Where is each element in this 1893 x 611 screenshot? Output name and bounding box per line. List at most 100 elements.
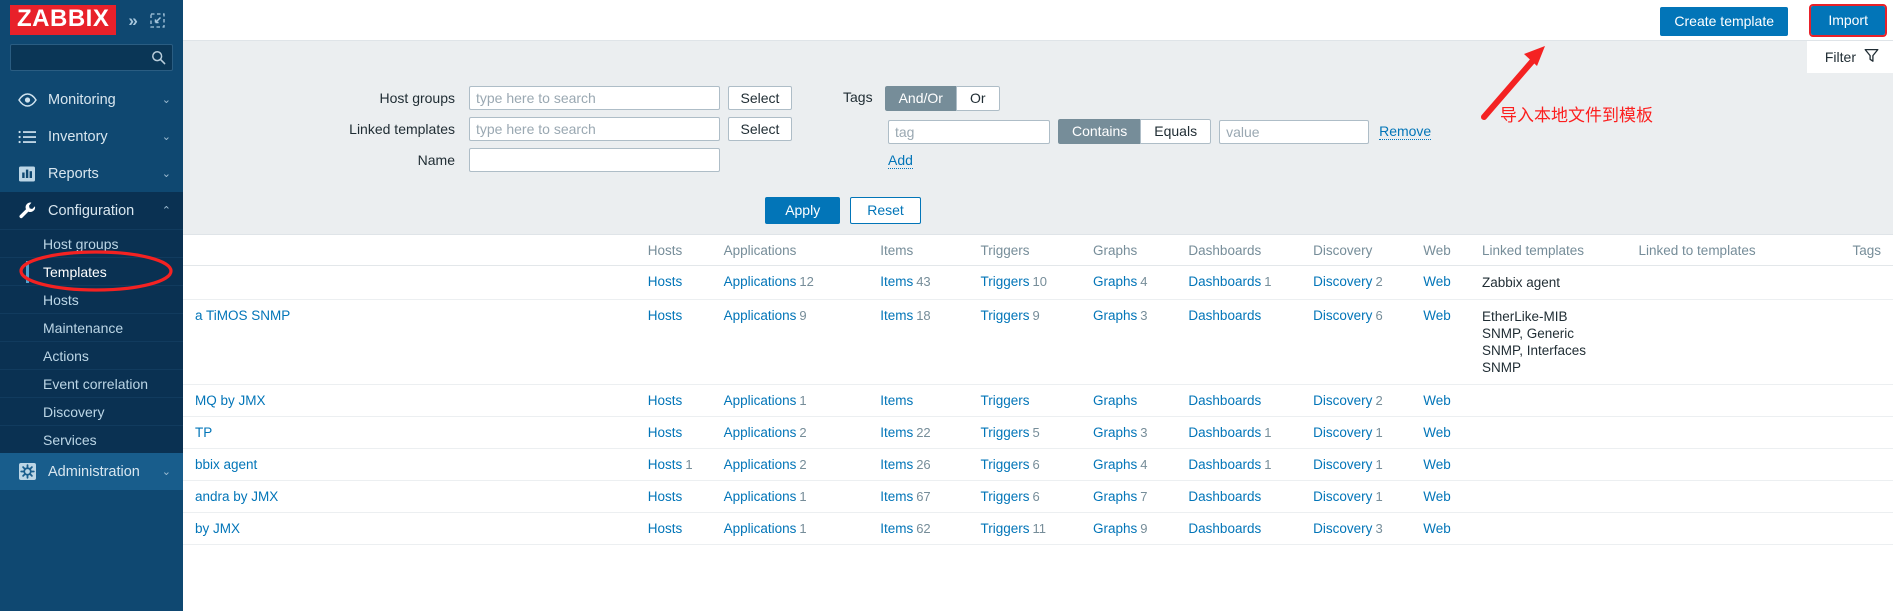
host-groups-input[interactable] — [469, 86, 720, 110]
template-name-link[interactable]: TP — [195, 425, 212, 440]
cell-web-link[interactable]: Web — [1423, 457, 1451, 472]
cell-items-link[interactable]: Items — [880, 308, 913, 323]
template-name-link[interactable]: by JMX — [195, 521, 240, 536]
sidebar-item-administration[interactable]: Administration ⌄ — [0, 453, 183, 490]
sidebar-subitem-hosts[interactable]: Hosts — [0, 285, 183, 313]
cell-web-link[interactable]: Web — [1423, 393, 1451, 408]
cell-dashboards-link[interactable]: Dashboards — [1188, 393, 1261, 408]
cell-discovery-link[interactable]: Discovery — [1313, 274, 1372, 289]
template-name-link[interactable]: a TiMOS SNMP — [195, 308, 290, 323]
sidebar-subitem-host-groups[interactable]: Host groups — [0, 229, 183, 257]
host-groups-select-button[interactable]: Select — [728, 86, 792, 110]
tag-match-equals[interactable]: Equals — [1140, 119, 1212, 144]
cell-discovery-link[interactable]: Discovery — [1313, 425, 1372, 440]
cell-discovery-link[interactable]: Discovery — [1313, 489, 1372, 504]
cell-dashboards-link[interactable]: Dashboards — [1188, 308, 1261, 323]
sidebar-subitem-maintenance[interactable]: Maintenance — [0, 313, 183, 341]
collapse-view-icon[interactable] — [150, 12, 165, 28]
cell-discovery-link[interactable]: Discovery — [1313, 521, 1372, 536]
cell-dashboards-link[interactable]: Dashboards — [1188, 521, 1261, 536]
cell-graphs-link[interactable]: Graphs — [1093, 274, 1137, 289]
cell-discovery-link[interactable]: Discovery — [1313, 457, 1372, 472]
cell-web-link[interactable]: Web — [1423, 521, 1451, 536]
sidebar-subitem-templates[interactable]: Templates — [0, 257, 183, 285]
remove-tag-link[interactable]: Remove — [1379, 123, 1432, 140]
cell-applications-link[interactable]: Applications — [724, 521, 797, 536]
cell-applications-link[interactable]: Applications — [724, 425, 797, 440]
name-input[interactable] — [469, 148, 720, 172]
cell-hosts-link[interactable]: Hosts — [648, 308, 683, 323]
cell-hosts-link[interactable]: Hosts — [648, 393, 683, 408]
cell-hosts-link[interactable]: Hosts — [648, 457, 683, 472]
cell-web-link[interactable]: Web — [1423, 489, 1451, 504]
cell-dashboards-link[interactable]: Dashboards — [1188, 274, 1261, 289]
tag-name-input[interactable] — [888, 119, 1050, 144]
tag-match-contains[interactable]: Contains — [1058, 119, 1142, 144]
cell-items-link[interactable]: Items — [880, 521, 913, 536]
cell-graphs-link[interactable]: Graphs — [1093, 425, 1137, 440]
cell-items-link[interactable]: Items — [880, 425, 913, 440]
template-name-link[interactable]: bbix agent — [195, 457, 257, 472]
sidebar-subitem-services[interactable]: Services — [0, 425, 183, 453]
create-template-button[interactable]: Create template — [1660, 7, 1788, 36]
sidebar-subitem-discovery[interactable]: Discovery — [0, 397, 183, 425]
cell-items-link[interactable]: Items — [880, 274, 913, 289]
cell-hosts-link[interactable]: Hosts — [648, 489, 683, 504]
sidebar-subitem-event-correlation[interactable]: Event correlation — [0, 369, 183, 397]
cell-items-link[interactable]: Items — [880, 393, 913, 408]
cell-graphs-link[interactable]: Graphs — [1093, 457, 1137, 472]
tag-value-input[interactable] — [1219, 119, 1370, 144]
sidebar-item-monitoring[interactable]: Monitoring ⌄ — [0, 81, 183, 118]
cell-applications-link[interactable]: Applications — [724, 308, 797, 323]
reset-button[interactable]: Reset — [850, 197, 921, 224]
cell-hosts-link[interactable]: Hosts — [648, 521, 683, 536]
sidebar-item-inventory[interactable]: Inventory ⌄ — [0, 118, 183, 155]
cell-triggers-link[interactable]: Triggers — [980, 274, 1029, 289]
tag-match-group[interactable]: Contains Equals — [1058, 119, 1212, 144]
sidebar-subitem-actions[interactable]: Actions — [0, 341, 183, 369]
cell-dashboards-link[interactable]: Dashboards — [1188, 425, 1261, 440]
cell-items-link[interactable]: Items — [880, 457, 913, 472]
template-name-link[interactable]: andra by JMX — [195, 489, 278, 504]
cell-graphs-link[interactable]: Graphs — [1093, 521, 1137, 536]
linked-templates-select-button[interactable]: Select — [728, 117, 792, 141]
cell-web-link[interactable]: Web — [1423, 308, 1451, 323]
sidebar-item-configuration[interactable]: Configuration ⌃ — [0, 192, 183, 229]
cell-graphs-link[interactable]: Graphs — [1093, 393, 1137, 408]
cell-web-link[interactable]: Web — [1423, 425, 1451, 440]
cell-applications-link[interactable]: Applications — [724, 393, 797, 408]
cell-triggers-link[interactable]: Triggers — [980, 457, 1029, 472]
chevron-double-right-icon[interactable]: » — [128, 12, 137, 29]
cell-web-link[interactable]: Web — [1423, 274, 1451, 289]
tags-operator-or[interactable]: Or — [955, 86, 1000, 111]
apply-button[interactable]: Apply — [765, 197, 841, 224]
cell-dashboards-link[interactable]: Dashboards — [1188, 457, 1261, 472]
cell-discovery-link[interactable]: Discovery — [1313, 393, 1372, 408]
search-input[interactable] — [11, 45, 172, 70]
tags-operator-andor[interactable]: And/Or — [884, 86, 957, 111]
cell-triggers-link[interactable]: Triggers — [980, 425, 1029, 440]
cell-triggers-link[interactable]: Triggers — [980, 521, 1029, 536]
add-tag-link[interactable]: Add — [888, 152, 913, 169]
cell-discovery-link[interactable]: Discovery — [1313, 308, 1372, 323]
tags-operator-group[interactable]: And/Or Or — [884, 86, 1000, 111]
cell-dashboards-link[interactable]: Dashboards — [1188, 489, 1261, 504]
cell-triggers-link[interactable]: Triggers — [980, 393, 1029, 408]
cell-triggers-link[interactable]: Triggers — [980, 308, 1029, 323]
cell-hosts-link[interactable]: Hosts — [648, 274, 683, 289]
linked-templates-input[interactable] — [469, 117, 720, 141]
template-name-link[interactable]: MQ by JMX — [195, 393, 266, 408]
cell-graphs-link[interactable]: Graphs — [1093, 489, 1137, 504]
cell-triggers-link[interactable]: Triggers — [980, 489, 1029, 504]
cell-applications-link[interactable]: Applications — [724, 274, 797, 289]
filter-tab[interactable]: Filter — [1806, 41, 1893, 73]
cell-hosts-link[interactable]: Hosts — [648, 425, 683, 440]
sidebar-item-reports[interactable]: Reports ⌄ — [0, 155, 183, 192]
cell-applications-link[interactable]: Applications — [724, 457, 797, 472]
cell-applications-link[interactable]: Applications — [724, 489, 797, 504]
cell-items-link[interactable]: Items — [880, 489, 913, 504]
cell-graphs-link[interactable]: Graphs — [1093, 308, 1137, 323]
import-button[interactable]: Import — [1809, 4, 1887, 37]
search-box[interactable] — [10, 44, 173, 71]
col-header-name[interactable] — [183, 235, 648, 266]
